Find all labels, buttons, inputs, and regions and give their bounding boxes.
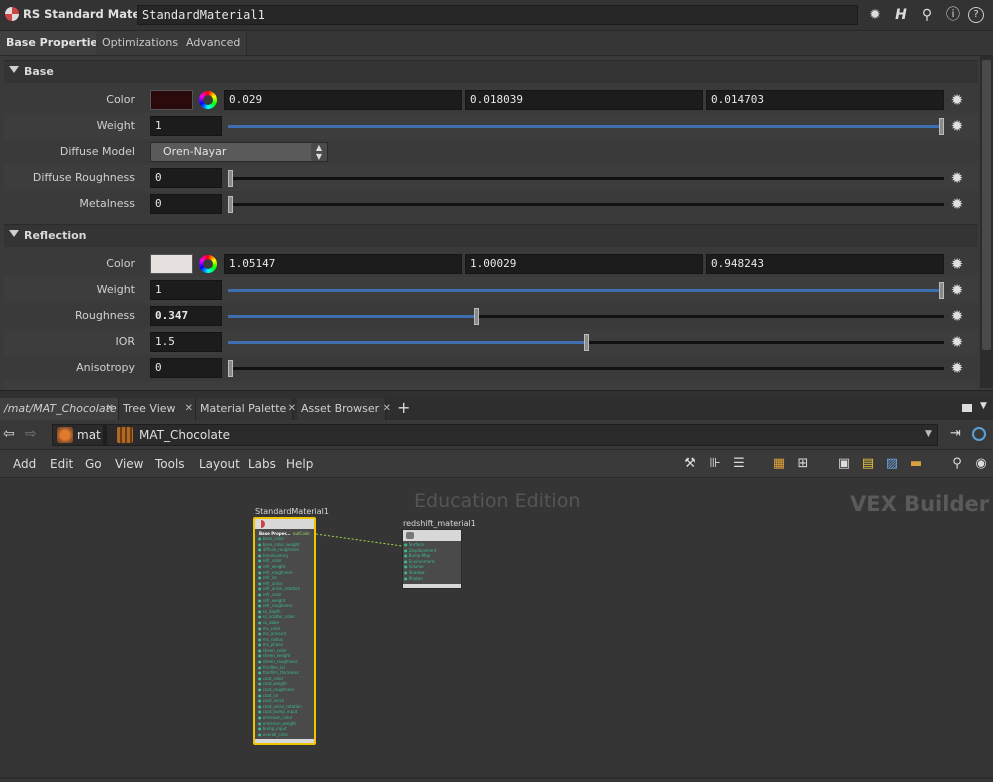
node-wire bbox=[0, 533, 993, 779]
node-input-port[interactable]: ● sheen_roughness bbox=[258, 659, 302, 665]
node-name-redshift-material[interactable]: redshift_material1 bbox=[403, 519, 476, 528]
node-input-list: ● base_color ● base_color_weight ● diffuse… bbox=[258, 536, 302, 737]
node-footer bbox=[403, 584, 461, 588]
material-node-icon bbox=[257, 520, 265, 528]
node-input-port[interactable]: ● Photon bbox=[404, 576, 436, 582]
node-input-list: ● Surface ● Displacement ● Bump Map ● Envir… bbox=[404, 542, 436, 581]
redshift-node-icon bbox=[406, 532, 414, 539]
redshift-material-node[interactable]: ● Surface ● Displacement ● Bump Map ● Envir… bbox=[402, 529, 462, 589]
standard-material-node[interactable]: Base Proper... outColor ● base_color ● ba… bbox=[253, 517, 316, 745]
node-name-standard-material[interactable]: StandardMaterial1 bbox=[255, 507, 329, 516]
node-input-port[interactable]: ● overall_color bbox=[258, 732, 302, 738]
node-input-port[interactable]: ● diffuse_roughness bbox=[258, 547, 302, 553]
wire-line bbox=[315, 533, 403, 547]
node-footer bbox=[255, 739, 314, 743]
